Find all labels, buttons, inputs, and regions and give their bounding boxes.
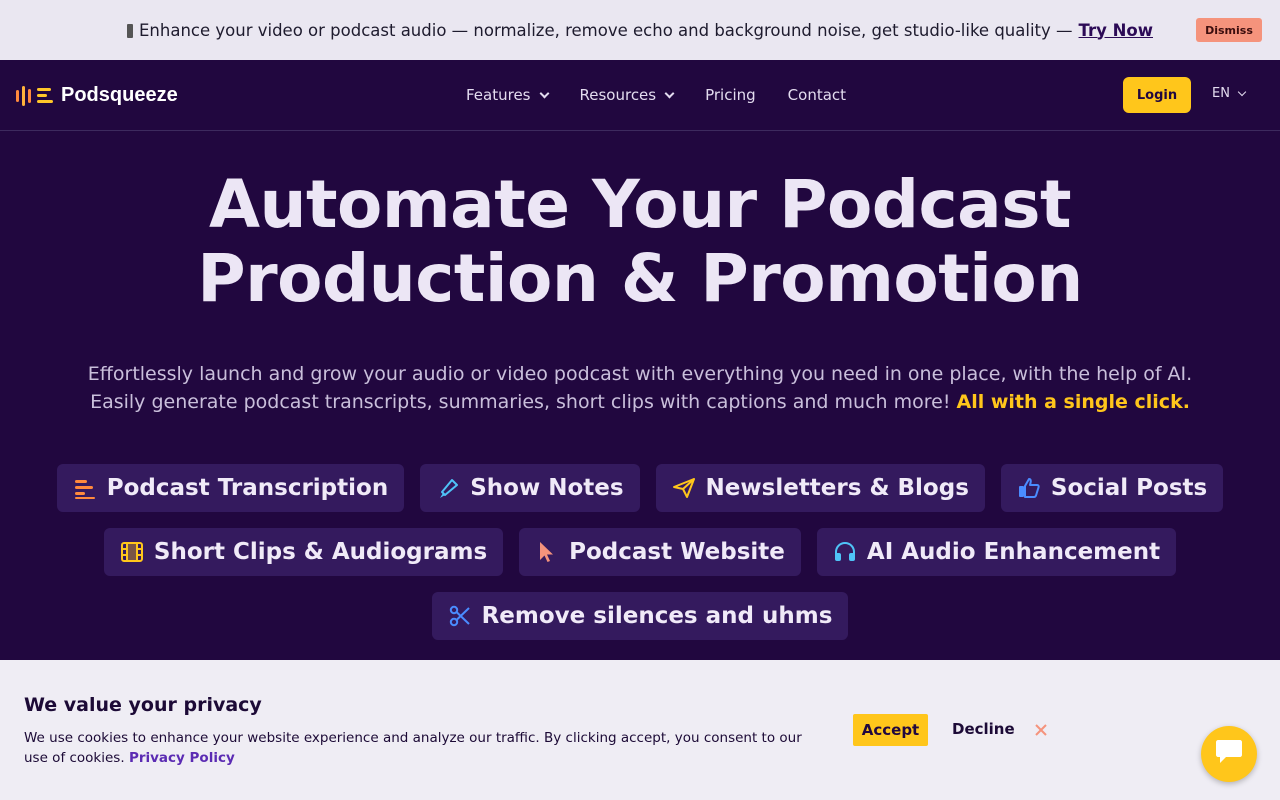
navbar: Podsqueeze Features Resources Pricing Co… [0,60,1280,131]
cookie-banner: We value your privacy We use cookies to … [0,660,1280,800]
headphones-icon [833,540,857,564]
feature-chip-label: Short Clips & Audiograms [153,539,488,565]
feature-chip-podcast-website[interactable]: Podcast Website [519,528,801,576]
hero-title: Automate Your Podcast Production & Promo… [0,168,1280,316]
announcement-bar: Enhance your video or podcast audio — no… [0,0,1280,60]
nav-label: Pricing [705,86,756,104]
film-icon [120,540,144,564]
try-now-link[interactable]: Try Now [1079,21,1153,40]
login-button[interactable]: Login [1123,77,1191,113]
feature-chip-label: AI Audio Enhancement [866,539,1161,565]
feature-chips-row-2: Short Clips & Audiograms Podcast Website… [0,528,1280,576]
nav-features[interactable]: Features [466,86,549,104]
feature-chip-label: Podcast Website [569,539,785,565]
hero-title-line1: Automate Your Podcast [208,166,1072,243]
feature-chip-newsletters[interactable]: Newsletters & Blogs [655,464,985,512]
paper-plane-icon [672,476,696,500]
hero-subtitle-line2: Easily generate podcast transcripts, sum… [90,391,951,413]
language-label: EN [1212,86,1230,101]
feature-chip-social-posts[interactable]: Social Posts [1000,464,1224,512]
microphone-icon [127,24,133,38]
feature-chip-audio-enhancement[interactable]: AI Audio Enhancement [816,528,1177,576]
cookie-body: We use cookies to enhance your website e… [24,728,804,768]
podsqueeze-logo-icon [16,85,53,106]
announcement-text: Enhance your video or podcast audio — no… [139,20,1073,40]
chevron-down-icon [664,88,675,98]
feature-chip-label: Newsletters & Blogs [705,475,969,501]
cursor-icon [535,540,559,564]
privacy-policy-link[interactable]: Privacy Policy [129,750,235,766]
cookie-title: We value your privacy [24,694,262,716]
close-icon[interactable] [1033,722,1049,738]
nav-pricing[interactable]: Pricing [705,86,756,104]
chevron-down-icon [539,88,549,98]
lines-icon [73,476,97,500]
feature-chip-remove-silences[interactable]: Remove silences and uhms [431,592,849,640]
brand-logo[interactable]: Podsqueeze [16,84,178,107]
decline-cookies-button[interactable]: Decline [952,720,1015,738]
hero-title-line2: Production & Promotion [197,240,1083,317]
nav-resources[interactable]: Resources [579,86,675,104]
feature-chip-show-notes[interactable]: Show Notes [420,464,640,512]
feature-chip-transcription[interactable]: Podcast Transcription [56,464,405,512]
feature-chip-label: Podcast Transcription [106,475,389,501]
feature-chips-row-3: Remove silences and uhms [0,592,1280,640]
highlighter-icon [436,476,460,500]
brand-name: Podsqueeze [61,84,178,106]
nav-contact[interactable]: Contact [788,86,846,104]
hero-subtitle: Effortlessly launch and grow your audio … [0,360,1280,416]
thumbs-up-icon [1017,476,1041,500]
main-nav: Features Resources Pricing Contact [466,86,878,104]
accept-cookies-button[interactable]: Accept [853,714,928,746]
chevron-down-icon [1237,87,1247,97]
scissors-icon [448,604,472,628]
feature-chip-label: Remove silences and uhms [481,603,833,629]
hero-subtitle-line1: Effortlessly launch and grow your audio … [87,363,1193,385]
hero-subtitle-highlight: All with a single click. [956,391,1190,413]
feature-chips-row-1: Podcast Transcription Show Notes Newslet… [0,464,1280,512]
nav-label: Features [466,86,531,104]
feature-chip-label: Social Posts [1050,475,1208,501]
feature-chip-label: Show Notes [470,475,624,501]
nav-label: Resources [579,86,657,104]
nav-label: Contact [787,86,847,104]
chat-widget-button[interactable] [1201,726,1257,782]
chat-bubble-icon [1214,739,1244,769]
language-selector[interactable]: EN [1212,86,1247,101]
feature-chip-short-clips[interactable]: Short Clips & Audiograms [103,528,504,576]
dismiss-button[interactable]: Dismiss [1196,18,1262,42]
